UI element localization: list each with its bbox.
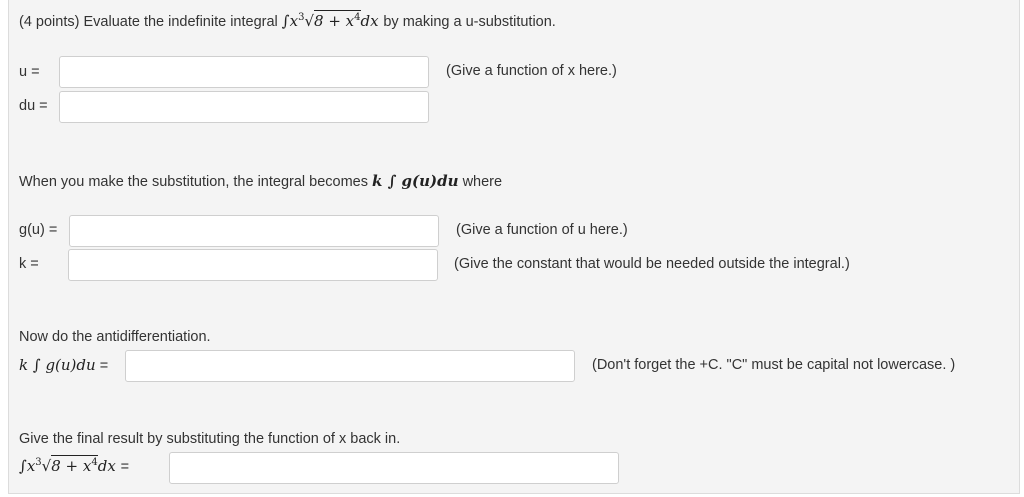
- integrand-variable: x: [289, 12, 299, 30]
- question-suffix: by making a u-substitution.: [383, 14, 556, 30]
- final-title: Give the final result by substituting th…: [19, 431, 401, 447]
- final-integral-expression: ∫x3√8 + x4dx: [19, 455, 121, 475]
- g-label: g(u) =: [19, 222, 58, 238]
- substitution-text-after: where: [462, 174, 503, 190]
- du-input[interactable]: [59, 91, 429, 123]
- integral-expression: ∫x3√8 + x4dx: [281, 10, 384, 30]
- antidiff-input[interactable]: [125, 350, 575, 382]
- antidiff-title: Now do the antidifferentiation.: [19, 329, 211, 345]
- g-hint: (Give a function of u here.): [456, 222, 628, 238]
- sqrt-symbol: √: [304, 12, 315, 30]
- g-input[interactable]: [69, 215, 439, 247]
- antidiff-hint: (Don't forget the +C. "C" must be capita…: [592, 357, 956, 373]
- radicand-text: 8 + x: [314, 12, 355, 30]
- final-label: ∫x3√8 + x4dx =: [19, 455, 130, 475]
- final-equals: =: [120, 459, 130, 475]
- du-label: du =: [19, 98, 48, 114]
- final-integral-sign: ∫: [19, 457, 27, 475]
- substitution-text-before: When you make the substitution, the inte…: [19, 174, 368, 190]
- integral-sign: ∫: [281, 12, 290, 30]
- antidiff-expression: k ∫ g(u)du: [19, 356, 96, 374]
- substitution-expression: k ∫ g(u)du: [372, 172, 459, 190]
- u-input[interactable]: [59, 56, 429, 88]
- final-input[interactable]: [169, 452, 619, 484]
- substitution-sentence: When you make the substitution, the inte…: [19, 172, 502, 190]
- u-hint: (Give a function of x here.): [446, 63, 617, 79]
- differential-dx: dx: [360, 12, 379, 30]
- antidiff-equals: =: [99, 358, 109, 374]
- u-label: u =: [19, 64, 40, 80]
- radicand: 8 + x4: [314, 10, 361, 30]
- question-prompt: Evaluate the indefinite integral: [83, 14, 278, 30]
- antidiff-label: k ∫ g(u)du =: [19, 356, 108, 374]
- final-sqrt-symbol: √: [41, 457, 52, 475]
- k-label: k =: [19, 256, 39, 272]
- question-header: (4 points) Evaluate the indefinite integ…: [19, 10, 556, 30]
- k-hint: (Give the constant that would be needed …: [454, 256, 850, 272]
- k-input[interactable]: [68, 249, 438, 281]
- final-differential-dx: dx: [97, 457, 116, 475]
- final-radicand-text: 8 + x: [51, 457, 92, 475]
- points-label: (4 points): [19, 14, 80, 30]
- final-radicand: 8 + x4: [51, 455, 98, 475]
